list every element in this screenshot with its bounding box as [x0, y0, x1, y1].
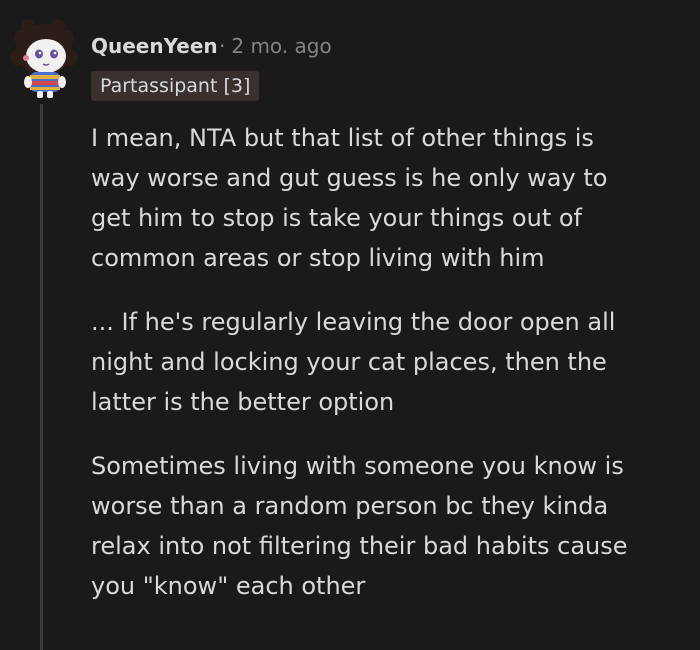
comment-body: I mean, NTA but that list of other thing…	[91, 118, 691, 630]
snoo-avatar-icon	[10, 19, 78, 98]
comment-paragraph: I mean, NTA but that list of other thing…	[91, 124, 608, 272]
comment-paragraph: Sometimes living with someone you know i…	[91, 452, 628, 600]
thread-line[interactable]	[40, 104, 43, 650]
comment: QueenYeen · 2 mo. ago Partassipant [3] I …	[0, 0, 700, 650]
comment-paragraph: ... If he's regularly leaving the door o…	[91, 308, 616, 416]
comment-author[interactable]: QueenYeen	[91, 34, 218, 58]
comment-timestamp[interactable]: 2 mo. ago	[231, 34, 331, 58]
user-flair: Partassipant [3]	[91, 71, 260, 101]
meta-separator: ·	[219, 34, 226, 58]
comment-meta: · 2 mo. ago	[219, 34, 332, 58]
user-avatar[interactable]	[8, 14, 80, 100]
